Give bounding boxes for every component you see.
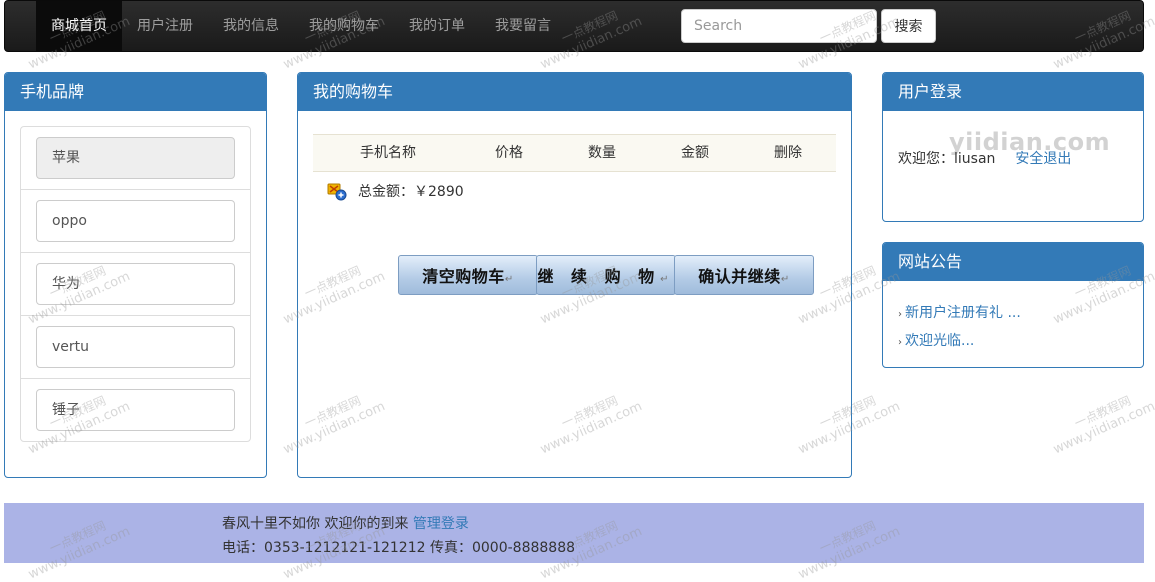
nav-menu: 商城首页 用户注册 我的信息 我的购物车 我的订单 我要留言 [36,1,566,51]
brand-item-vertu[interactable]: vertu [36,326,235,368]
search-input[interactable] [681,9,877,43]
column-phone-name: 手机名称 [360,145,416,161]
footer-line-1: 春风十里不如你 欢迎你的到来 管理登录 [222,516,469,532]
brand-item-huawei[interactable]: 华为 [36,263,235,305]
cart-total: 总金额：￥2890 [326,179,464,203]
footer: 春风十里不如你 欢迎你的到来 管理登录 电话：0353-1212121-1212… [4,503,1144,563]
welcome-text: 欢迎您：liusan [898,151,996,167]
nav-item-my-info[interactable]: 我的信息 [208,1,294,51]
top-navbar: 商城首页 用户注册 我的信息 我的购物车 我的订单 我要留言 搜索 [4,0,1144,52]
notices-panel-title: 网站公告 [883,243,1143,281]
column-delete: 删除 [774,145,802,161]
login-status: 欢迎您：liusan 安全退出 [898,148,1071,168]
cart-panel: 我的购物车 手机名称 价格 数量 金额 删除 总金额：￥2890 清空购物车↵ … [297,72,852,478]
notice-item[interactable]: › 欢迎光临... [898,327,1021,355]
nav-item-leave-message[interactable]: 我要留言 [480,1,566,51]
footer-contact: 电话：0353-1212121-121212 传真：0000-8888888 [222,540,576,556]
cart-panel-title: 我的购物车 [298,73,851,111]
chevron-right-icon: › [898,309,902,320]
clear-cart-button[interactable]: 清空购物车↵ [398,255,538,295]
cart-action-buttons: 清空购物车↵ 继 续 购 物↵ 确认并继续↵ [398,255,814,295]
login-panel-title: 用户登录 [883,73,1143,111]
cart-total-label: 总金额：￥2890 [358,184,464,200]
brands-panel: 手机品牌 苹果 oppo 华为 vertu 锤子 [4,72,267,478]
brands-panel-title: 手机品牌 [5,73,266,111]
confirm-continue-button[interactable]: 确认并继续↵ [674,255,814,295]
cart-total-icon [327,183,347,201]
nav-item-home[interactable]: 商城首页 [36,1,122,51]
notices-panel: 网站公告 › 新用户注册有礼 ... › 欢迎光临... [882,242,1144,368]
cart-table-header: 手机名称 价格 数量 金额 删除 [313,134,836,172]
watermark: 一点教程网 www.yiidian.com [1051,393,1155,458]
notice-list: › 新用户注册有礼 ... › 欢迎光临... [898,299,1021,355]
brand-item-apple[interactable]: 苹果 [36,137,235,179]
login-panel: 用户登录 yiidian.com 欢迎您：liusan 安全退出 [882,72,1144,222]
brand-item-oppo[interactable]: oppo [36,200,235,242]
nav-item-my-cart[interactable]: 我的购物车 [294,1,394,51]
brand-item-smartisan[interactable]: 锤子 [36,389,235,431]
continue-shopping-button[interactable]: 继 续 购 物↵ [536,255,676,295]
search-button[interactable]: 搜索 [881,9,936,43]
nav-item-my-orders[interactable]: 我的订单 [394,1,480,51]
logout-link[interactable]: 安全退出 [1015,151,1071,167]
column-quantity: 数量 [588,145,616,161]
notice-item[interactable]: › 新用户注册有礼 ... [898,299,1021,327]
nav-item-register[interactable]: 用户注册 [122,1,208,51]
brand-list: 苹果 oppo 华为 vertu 锤子 [20,126,251,442]
column-price: 价格 [495,145,523,161]
admin-login-link[interactable]: 管理登录 [413,516,469,532]
chevron-right-icon: › [898,337,902,348]
column-amount: 金额 [681,145,709,161]
